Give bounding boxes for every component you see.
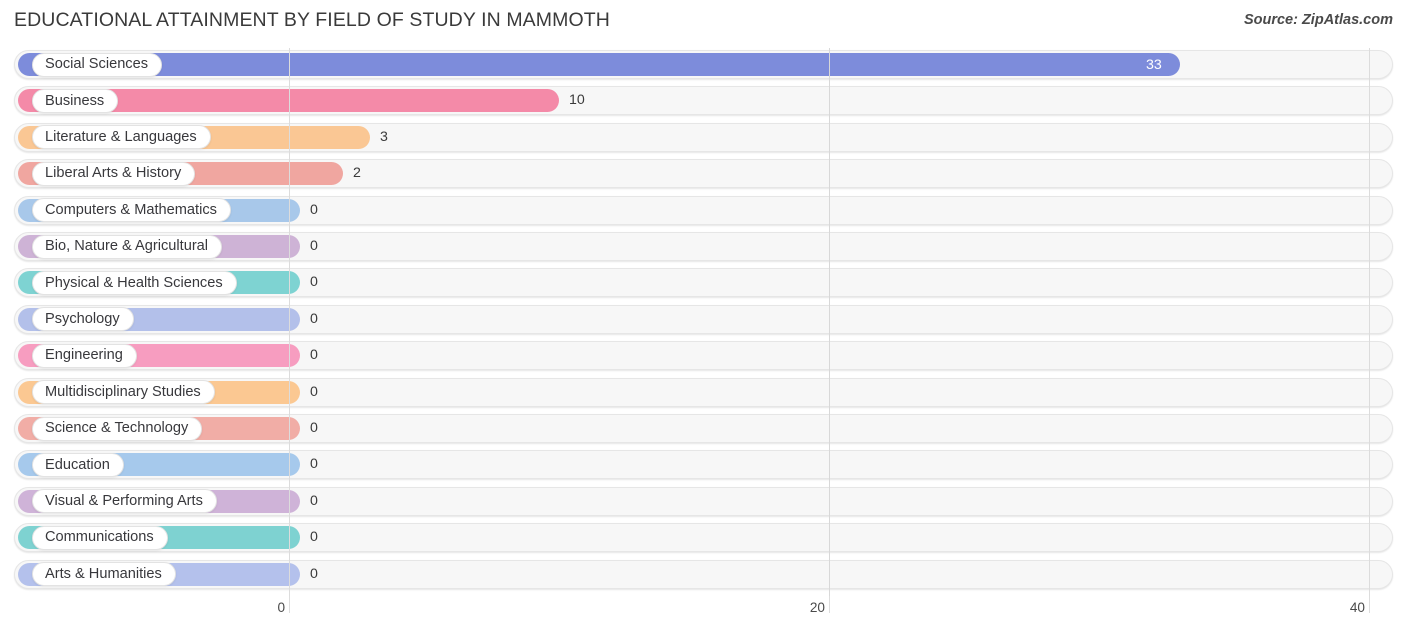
gridline: [289, 48, 290, 596]
category-label: Social Sciences: [45, 56, 149, 73]
category-label: Computers & Mathematics: [45, 201, 217, 218]
category-label-pill: Engineering: [32, 343, 137, 368]
category-label-pill: Psychology: [32, 307, 134, 332]
category-label: Multidisciplinary Studies: [45, 383, 201, 400]
category-label-pill: Bio, Nature & Agricultural: [32, 234, 223, 259]
chart-row[interactable]: Engineering 0: [0, 339, 1406, 375]
chart-row[interactable]: Social Sciences 33: [0, 48, 1406, 84]
category-label: Communications: [45, 529, 154, 546]
category-label-pill: Physical & Health Sciences: [32, 270, 237, 295]
category-label-pill: Arts & Humanities: [32, 562, 176, 587]
gridline: [1369, 48, 1370, 596]
chart-row[interactable]: Bio, Nature & Agricultural 0: [0, 230, 1406, 266]
category-label-pill: Social Sciences: [32, 52, 163, 77]
category-label-pill: Literature & Languages: [32, 125, 211, 150]
chart-row[interactable]: Computers & Mathematics 0: [0, 194, 1406, 230]
category-label: Bio, Nature & Agricultural: [45, 238, 209, 255]
bar-value-label: 0: [310, 456, 318, 473]
axis-tick-mark: [289, 596, 290, 613]
bar-value-label: 0: [310, 347, 318, 364]
category-label: Physical & Health Sciences: [45, 274, 223, 291]
bar-value-label: 0: [310, 274, 318, 291]
category-label-pill: Business: [32, 88, 119, 113]
bar-value-label: 0: [310, 310, 318, 327]
category-label-pill: Multidisciplinary Studies: [32, 380, 215, 405]
chart-row[interactable]: Business 10: [0, 84, 1406, 120]
category-label: Arts & Humanities: [45, 565, 162, 582]
chart-row[interactable]: Education 0: [0, 448, 1406, 484]
category-label-pill: Visual & Performing Arts: [32, 489, 217, 514]
bar-value-label: 0: [310, 529, 318, 546]
bar-value-label: 0: [310, 420, 318, 436]
axis-tick-mark: [829, 596, 830, 613]
category-label: Engineering: [45, 347, 123, 364]
axis-tick-label: 0: [277, 600, 285, 615]
chart-row[interactable]: Physical & Health Sciences 0: [0, 266, 1406, 302]
bar-value-label: 0: [310, 492, 318, 509]
category-label-pill: Communications: [32, 525, 168, 550]
bar-value-label: 0: [310, 565, 318, 582]
category-label: Visual & Performing Arts: [45, 493, 203, 509]
chart-header: EDUCATIONAL ATTAINMENT BY FIELD OF STUDY…: [0, 0, 1406, 40]
chart-row[interactable]: Science & Technology 0: [0, 412, 1406, 448]
chart-row[interactable]: Liberal Arts & History 2: [0, 157, 1406, 193]
bar-value-label: 2: [353, 165, 361, 182]
chart-row[interactable]: Visual & Performing Arts 0: [0, 485, 1406, 521]
bar[interactable]: [18, 53, 1180, 76]
bar-value-label: 0: [310, 238, 318, 254]
axis-tick-mark: [1369, 596, 1370, 613]
category-label: Education: [45, 456, 110, 473]
chart-row[interactable]: Literature & Languages 3: [0, 121, 1406, 157]
bar-value-label: 33: [1146, 56, 1162, 73]
chart-row[interactable]: Multidisciplinary Studies 0: [0, 376, 1406, 412]
bar-value-label: 3: [380, 128, 388, 145]
page-title: EDUCATIONAL ATTAINMENT BY FIELD OF STUDY…: [14, 9, 610, 31]
bar-value-label: 0: [310, 201, 318, 218]
source-attribution: Source: ZipAtlas.com: [1243, 12, 1393, 28]
category-label: Literature & Languages: [45, 129, 197, 145]
axis-tick-label: 40: [1349, 600, 1365, 615]
chart-row[interactable]: Arts & Humanities 0: [0, 558, 1406, 594]
category-label: Psychology: [45, 311, 120, 327]
category-label-pill: Education: [32, 452, 124, 477]
gridline: [829, 48, 830, 596]
bar-value-label: 10: [569, 92, 585, 109]
category-label-pill: Science & Technology: [32, 416, 203, 441]
category-label: Science & Technology: [45, 420, 189, 437]
bar-value-label: 0: [310, 383, 318, 400]
x-axis: 0 20 40: [0, 596, 1406, 631]
category-label: Liberal Arts & History: [45, 165, 182, 182]
category-label-pill: Liberal Arts & History: [32, 161, 196, 186]
chart-plot-area: Social Sciences 33 Business 10 Literature & …: [0, 48, 1406, 596]
axis-tick-label: 20: [809, 600, 825, 615]
chart-row[interactable]: Communications 0: [0, 521, 1406, 557]
chart-row[interactable]: Psychology 0: [0, 303, 1406, 339]
category-label: Business: [45, 92, 105, 109]
category-label-pill: Computers & Mathematics: [32, 198, 231, 223]
